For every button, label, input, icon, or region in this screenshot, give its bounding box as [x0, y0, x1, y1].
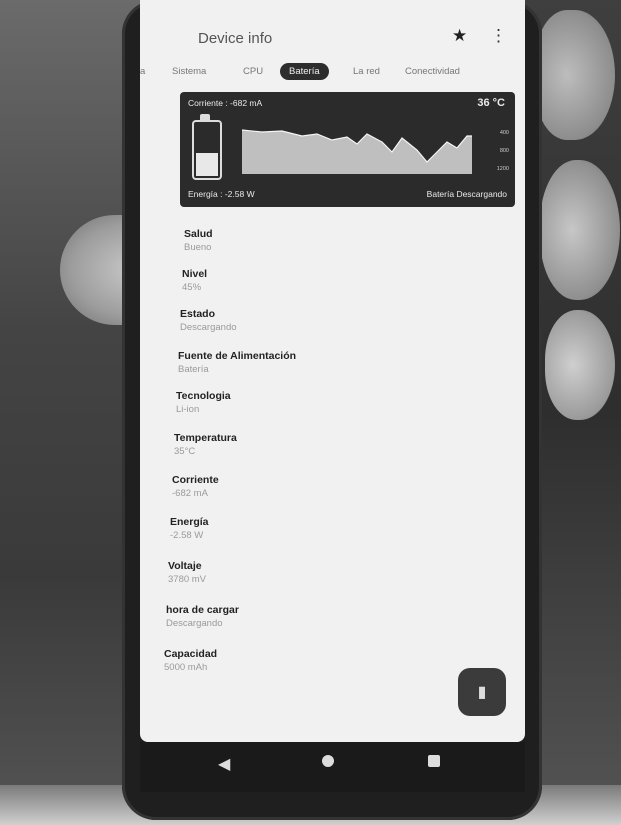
- axis-tick-1200: 1200: [496, 166, 509, 172]
- list-item: Energía -2.58 W: [170, 516, 209, 541]
- tab-la-red[interactable]: La red: [353, 66, 380, 77]
- battery-summary-card: Corriente : -682 mA 36 °C 400 800 1200 E…: [180, 92, 515, 207]
- axis-tick-800: 800: [499, 148, 509, 154]
- list-item: Corriente -682 mA: [172, 474, 219, 499]
- tab-sistema[interactable]: Sistema: [172, 66, 206, 77]
- detail-value: -2.58 W: [170, 530, 204, 541]
- battery-fab-button[interactable]: ▮: [458, 668, 506, 716]
- detail-value: 35°C: [174, 446, 196, 457]
- detail-label: Fuente de Alimentación: [178, 350, 297, 362]
- detail-value: Descargando: [166, 618, 223, 629]
- detail-value: Bueno: [184, 242, 212, 253]
- detail-label: Energía: [170, 516, 209, 528]
- tab-conectividad[interactable]: Conectividad: [405, 66, 460, 77]
- tab-bar: a Sistema CPU Batería La red Conectivida…: [140, 62, 525, 86]
- app-bar: Device info ★ ⋮: [140, 18, 525, 58]
- list-item: Nivel 45%: [182, 268, 207, 293]
- home-icon[interactable]: [322, 755, 334, 767]
- detail-value: Batería: [178, 364, 209, 375]
- list-item: Temperatura 35°C: [174, 432, 237, 457]
- tab-bateria[interactable]: Batería: [280, 63, 329, 80]
- detail-label: hora de cargar: [166, 604, 239, 616]
- detail-value: Descargando: [180, 322, 237, 333]
- detail-label: Corriente: [172, 474, 219, 486]
- detail-label: Temperatura: [174, 432, 237, 444]
- card-temperature: 36 °C: [477, 97, 505, 109]
- detail-label: Estado: [180, 308, 216, 320]
- battery-icon: [192, 120, 222, 180]
- tab-cpu[interactable]: CPU: [243, 66, 263, 77]
- back-icon[interactable]: ◀: [218, 754, 230, 774]
- battery-level-fill: [196, 152, 218, 176]
- finger-right-top: [535, 10, 615, 140]
- finger-right-middle: [540, 160, 620, 300]
- system-nav-bar: ◀: [140, 742, 525, 792]
- more-vert-icon[interactable]: ⋮: [490, 26, 507, 46]
- card-current: Corriente : -682 mA: [188, 98, 263, 108]
- current-graph: [242, 129, 472, 174]
- detail-label: Capacidad: [164, 648, 218, 660]
- star-icon[interactable]: ★: [452, 26, 467, 46]
- tab-indicator-edge: a: [140, 66, 146, 77]
- phone-screen: Device info ★ ⋮ a Sistema CPU Batería La…: [140, 0, 525, 742]
- recents-icon[interactable]: [428, 755, 440, 767]
- card-energy: Energía : -2.58 W: [188, 189, 255, 199]
- detail-value: 45%: [182, 282, 202, 293]
- axis-tick-400: 400: [499, 130, 509, 136]
- detail-label: Nivel: [182, 268, 208, 280]
- finger-right-bottom: [545, 310, 615, 420]
- list-item: Salud Bueno: [184, 228, 213, 253]
- list-item: hora de cargar Descargando: [166, 604, 239, 629]
- detail-value: 3780 mV: [168, 574, 207, 585]
- detail-label: Voltaje: [168, 560, 202, 572]
- list-item: Capacidad 5000 mAh: [164, 648, 217, 673]
- battery-icon: ▮: [477, 684, 487, 701]
- detail-label: Salud: [184, 228, 213, 240]
- detail-value: Li-ion: [176, 404, 200, 415]
- detail-label: Tecnologia: [176, 390, 231, 402]
- detail-value: -682 mA: [172, 488, 208, 499]
- list-item: Fuente de Alimentación Batería: [178, 350, 296, 375]
- detail-value: 5000 mAh: [164, 662, 208, 673]
- list-item: Estado Descargando: [180, 308, 237, 333]
- app-title: Device info: [198, 30, 273, 47]
- list-item: Tecnologia Li-ion: [176, 390, 231, 415]
- list-item: Voltaje 3780 mV: [168, 560, 206, 585]
- card-status: Batería Descargando: [426, 189, 507, 199]
